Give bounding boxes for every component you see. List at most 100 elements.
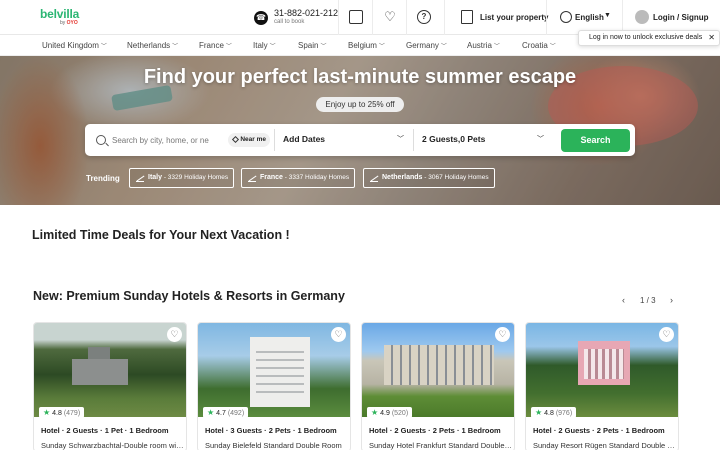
dates-selector[interactable]: Add Dates <box>283 134 325 144</box>
photo-dots <box>481 409 506 427</box>
photo-dots <box>153 409 178 427</box>
property-card[interactable]: ♡ ★ 4.9 (520) Hotel · 2 Guests · 2 Pets … <box>361 322 515 450</box>
login-label: Login / Signup <box>653 13 709 22</box>
chevron-down-icon: ﹀ <box>100 44 107 50</box>
country-item[interactable]: Netherlands ﹀ <box>127 41 178 50</box>
language-label: English <box>575 13 604 22</box>
heart-icon[interactable]: ♡ <box>495 327 510 342</box>
building-shape <box>578 341 630 385</box>
star-icon: ★ <box>535 408 543 417</box>
rating-badge: ★ 4.7 (492) <box>203 407 249 418</box>
chevron-left-icon[interactable]: ‹ <box>622 295 625 305</box>
property-info: Hotel · 3 Guests · 2 Pets · 1 Bedroom <box>205 426 337 435</box>
phone-cta: call to book <box>274 19 305 25</box>
avatar-icon <box>635 10 649 24</box>
chevron-down-icon: ﹀ <box>378 44 385 50</box>
trending-chip[interactable]: Italy - 3329 Holiday Homes <box>129 168 234 188</box>
country-item[interactable]: Spain ﹀ <box>298 41 326 50</box>
login-tooltip: Log in now to unlock exclusive deals ✕ <box>578 30 720 46</box>
property-photo <box>34 323 186 417</box>
country-item[interactable]: France ﹀ <box>199 41 232 50</box>
deals-title: Limited Time Deals for Your Next Vacatio… <box>32 228 290 242</box>
hero-title: Find your perfect last-minute summer esc… <box>143 66 577 88</box>
chevron-right-icon[interactable]: › <box>670 295 673 305</box>
property-name: Sunday Resort Rügen Standard Double Room <box>533 441 676 450</box>
list-property-button[interactable]: List your property <box>444 0 549 35</box>
heart-icon: ♡ <box>384 9 396 24</box>
list-property-label: List your property <box>480 13 549 22</box>
close-icon[interactable]: ✕ <box>708 31 715 45</box>
heart-icon[interactable]: ♡ <box>331 327 346 342</box>
search-icon <box>96 135 106 145</box>
photo-dots <box>317 409 342 427</box>
hero-banner: Find your perfect last-minute summer esc… <box>0 56 720 205</box>
country-item[interactable]: Belgium ﹀ <box>348 41 385 50</box>
property-info: Hotel · 2 Guests · 2 Pets · 1 Bedroom <box>533 426 665 435</box>
property-card[interactable]: ♡ ★ 4.8 (479) Hotel · 2 Guests · 1 Pet ·… <box>33 322 187 450</box>
building-shape <box>250 337 310 407</box>
help-button[interactable]: ? <box>406 0 440 35</box>
caret-down-icon: ▼ <box>604 12 611 19</box>
property-info: Hotel · 2 Guests · 1 Pet · 1 Bedroom <box>41 426 169 435</box>
phone-number: 31-882-021-212 <box>274 8 339 18</box>
star-icon: ★ <box>371 408 379 417</box>
divider <box>274 129 275 151</box>
near-me-label: Near me <box>240 136 266 143</box>
rating-badge: ★ 4.9 (520) <box>367 407 413 418</box>
country-item[interactable]: Germany ﹀ <box>406 41 447 50</box>
chevron-down-icon: ﹀ <box>172 44 179 50</box>
building-shape <box>72 347 128 385</box>
rating-badge: ★ 4.8 (976) <box>531 407 577 418</box>
country-item[interactable]: Croatia ﹀ <box>522 41 556 50</box>
wallet-button[interactable] <box>338 0 372 35</box>
trend-up-icon <box>136 174 144 182</box>
brand-logo[interactable]: belvilla by OYO <box>40 7 80 26</box>
brand-name: belvilla <box>40 7 80 21</box>
heart-icon[interactable]: ♡ <box>167 327 182 342</box>
country-item[interactable]: Italy ﹀ <box>253 41 276 50</box>
trend-up-icon <box>370 174 378 182</box>
phone-icon: ☎ <box>254 11 268 25</box>
building-icon <box>461 10 473 24</box>
country-item[interactable]: Austria ﹀ <box>467 41 500 50</box>
building-shape <box>384 345 494 385</box>
chevron-down-icon[interactable]: ﹀ <box>397 134 404 144</box>
globe-icon <box>560 11 572 23</box>
wallet-icon <box>349 10 363 24</box>
search-button[interactable]: Search <box>561 129 630 152</box>
guests-selector[interactable]: 2 Guests,0 Pets <box>422 134 485 144</box>
trending-chip[interactable]: France - 3337 Holiday Homes <box>241 168 355 188</box>
trend-up-icon <box>248 174 256 182</box>
trending-label: Trending <box>86 174 120 183</box>
property-photo <box>198 323 350 417</box>
chevron-down-icon: ﹀ <box>320 44 327 50</box>
property-info: Hotel · 2 Guests · 2 Pets · 1 Bedroom <box>369 426 501 435</box>
search-input[interactable] <box>112 133 216 147</box>
brand-sub: by OYO <box>60 20 78 26</box>
promo-badge: Enjoy up to 25% off <box>316 97 404 112</box>
property-card[interactable]: ♡ ★ 4.7 (492) Hotel · 3 Guests · 2 Pets … <box>197 322 351 450</box>
favorites-button[interactable]: ♡ <box>372 0 406 35</box>
property-card[interactable]: ♡ ★ 4.8 (976) Hotel · 2 Guests · 2 Pets … <box>525 322 679 450</box>
tooltip-text: Log in now to unlock exclusive deals <box>589 34 703 41</box>
premium-section-title: New: Premium Sunday Hotels & Resorts in … <box>33 289 345 303</box>
country-item[interactable]: United Kingdom ﹀ <box>42 41 107 50</box>
chevron-down-icon[interactable]: ﹀ <box>537 134 544 144</box>
divider <box>413 129 414 151</box>
trending-chip[interactable]: Netherlands - 3067 Holiday Homes <box>363 168 495 188</box>
rating-badge: ★ 4.8 (479) <box>39 407 85 418</box>
help-icon: ? <box>417 10 431 24</box>
chevron-down-icon: ﹀ <box>269 44 276 50</box>
property-name: Sunday Schwarzbachtal-Double room with t… <box>41 441 184 450</box>
property-name: Sunday Hotel Frankfurt Standard Double R… <box>369 441 512 450</box>
heart-icon[interactable]: ♡ <box>659 327 674 342</box>
property-name: Sunday Bielefeld Standard Double Room <box>205 441 342 450</box>
chevron-down-icon: ﹀ <box>493 44 500 50</box>
photo-dots <box>645 409 670 427</box>
property-photo <box>362 323 514 417</box>
chevron-down-icon: ﹀ <box>440 44 447 50</box>
near-me-button[interactable]: Near me <box>228 133 270 147</box>
location-icon <box>231 135 240 144</box>
star-icon: ★ <box>43 408 51 417</box>
search-bar: Near me Add Dates ﹀ 2 Guests,0 Pets ﹀ Se… <box>85 124 635 156</box>
